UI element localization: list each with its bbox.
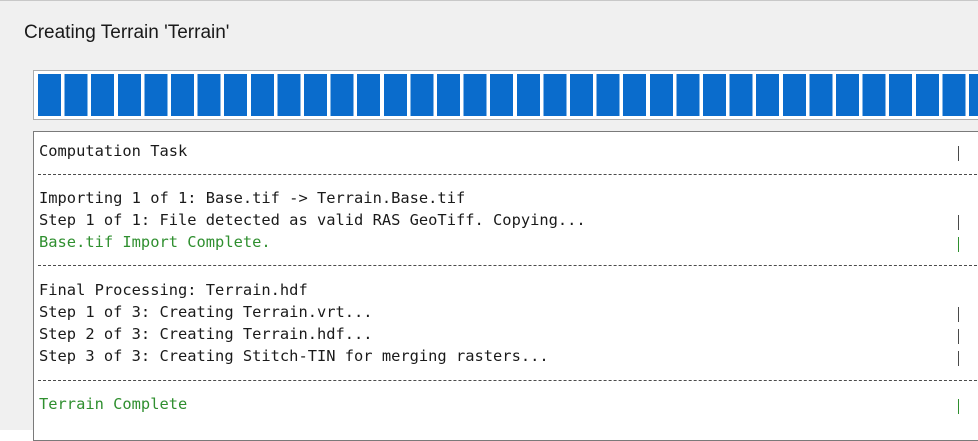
log-status-marker: [958, 307, 959, 322]
log-status-marker: [958, 329, 959, 344]
progress-bar: [33, 70, 978, 120]
log-import-complete: Base.tif Import Complete.: [39, 233, 271, 251]
log-final-step: Step 1 of 3: Creating Terrain.vrt...: [39, 303, 373, 321]
progress-fill: [38, 74, 978, 116]
log-separator: [38, 265, 978, 266]
log-final-step: Step 2 of 3: Creating Terrain.hdf...: [39, 325, 373, 343]
log-footer: Terrain Complete: [39, 395, 188, 413]
log-header: Computation Task: [39, 142, 188, 160]
log-separator: [38, 174, 978, 175]
log-import-title: Importing 1 of 1: Base.tif -> Terrain.Ba…: [39, 189, 466, 207]
computation-log[interactable]: Computation Task Importing 1 of 1: Base.…: [33, 131, 978, 441]
log-final-step: Step 3 of 3: Creating Stitch-TIN for mer…: [39, 347, 549, 365]
log-final-title: Final Processing: Terrain.hdf: [39, 281, 308, 299]
log-import-step: Step 1 of 1: File detected as valid RAS …: [39, 211, 586, 229]
dialog-title: Creating Terrain 'Terrain': [24, 22, 230, 43]
log-status-marker: [958, 351, 959, 366]
log-status-marker: [958, 215, 959, 230]
progress-track: [38, 74, 978, 116]
log-status-marker: [958, 146, 959, 161]
log-separator: [38, 380, 978, 381]
log-status-marker: [958, 399, 959, 414]
progress-dialog: Creating Terrain 'Terrain' Computation T…: [0, 1, 978, 441]
log-status-marker: [958, 237, 959, 252]
